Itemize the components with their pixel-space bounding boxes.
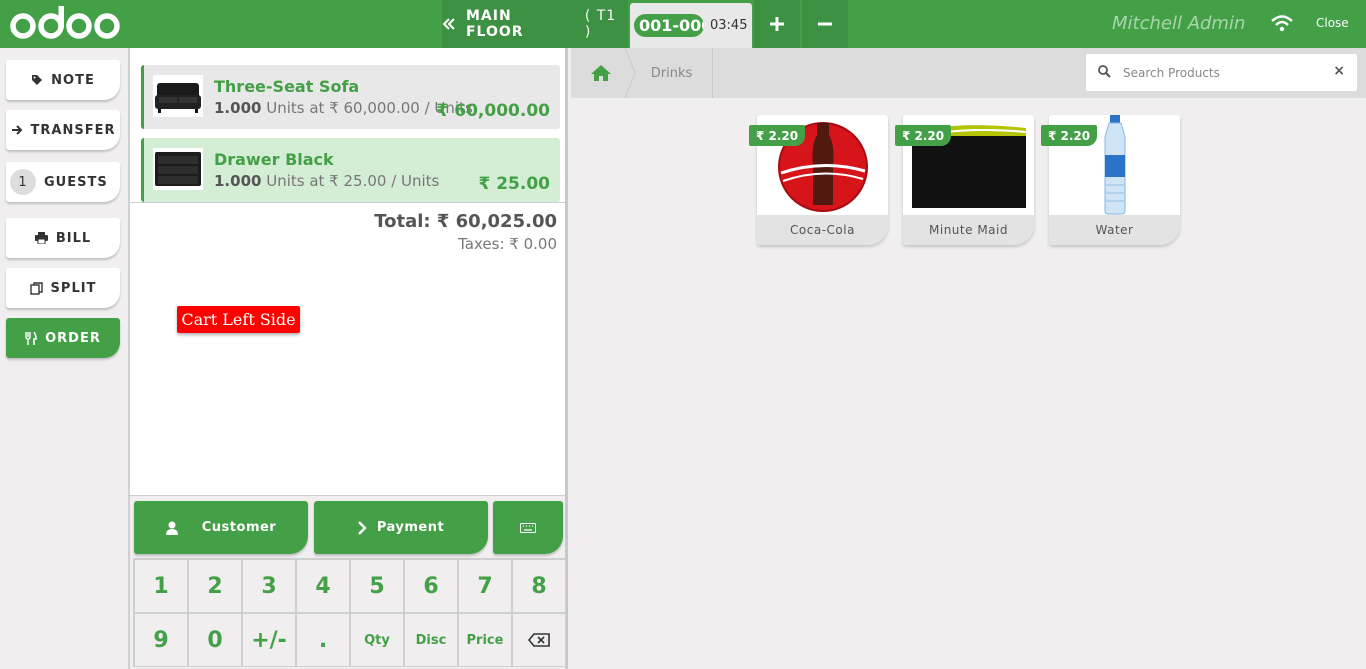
- numpad-key-1[interactable]: 1: [134, 559, 188, 613]
- product-price-tag: ₹ 2.20: [749, 125, 806, 146]
- keyboard-button[interactable]: [493, 501, 563, 554]
- transfer-label: TRANSFER: [30, 122, 116, 138]
- guest-count: 1: [10, 169, 36, 195]
- product-screen: Drinks × Coca-Cola ₹ 2.20: [571, 48, 1366, 669]
- user-name: Mitchell Admin: [1112, 13, 1246, 34]
- clear-search-button[interactable]: ×: [1333, 63, 1345, 79]
- bill-button[interactable]: BILL: [6, 218, 120, 258]
- guests-button[interactable]: 1 GUESTS: [6, 162, 120, 202]
- line-qty: 1.000: [214, 172, 262, 190]
- tag-icon: [32, 75, 43, 85]
- product-name: Coca-Cola: [757, 215, 888, 245]
- search-box: ×: [1086, 54, 1357, 91]
- line-price: ₹ 25.00: [478, 174, 550, 194]
- line-product-name: Drawer Black: [214, 150, 334, 169]
- numpad-key-3[interactable]: 3: [242, 559, 296, 613]
- order-total: Total: ₹ 60,025.00: [374, 211, 557, 232]
- sofa-thumbnail: [153, 75, 203, 117]
- split-button[interactable]: SPLIT: [6, 268, 120, 308]
- delete-order-button[interactable]: [802, 0, 848, 48]
- table-label: ( T1 ): [584, 8, 617, 40]
- order-line-selected[interactable]: Drawer Black 1.000 Units at ₹ 25.00 / Un…: [141, 138, 560, 202]
- double-chevron-left-icon: [442, 18, 455, 30]
- numpad-key-6[interactable]: 6: [404, 559, 458, 613]
- minus-icon: [818, 22, 832, 26]
- transfer-button[interactable]: TRANSFER: [6, 110, 120, 150]
- odoo-logo: [10, 6, 120, 39]
- plus-icon: [770, 17, 784, 31]
- control-pad: Customer Payment 1 2 3 4 5 6 7 8 9 0 +/-…: [128, 495, 568, 669]
- search-input[interactable]: [1123, 63, 1323, 83]
- line-qty: 1.000: [214, 99, 262, 117]
- numpad-key-decimal[interactable]: .: [296, 613, 350, 667]
- order-reference: 001-0001: [634, 14, 704, 37]
- keyboard-icon: [520, 522, 536, 533]
- chevron-right-icon: [357, 520, 367, 535]
- user-icon: [165, 521, 178, 535]
- product-price-tag: ₹ 2.20: [1041, 125, 1098, 146]
- cutlery-icon: [25, 331, 37, 345]
- line-price: ₹ 60,000.00: [436, 101, 550, 121]
- line-info: 1.000 Units at ₹ 25.00 / Units: [214, 172, 439, 190]
- product-name: Water: [1049, 215, 1180, 245]
- numpad-key-7[interactable]: 7: [458, 559, 512, 613]
- numpad-mode-disc[interactable]: Disc: [404, 613, 458, 667]
- numpad-key-9[interactable]: 9: [134, 613, 188, 667]
- payment-label: Payment: [376, 520, 445, 535]
- payment-button[interactable]: Payment: [314, 501, 488, 554]
- order-taxes: Taxes: ₹ 0.00: [458, 235, 557, 253]
- numpad-key-8[interactable]: 8: [512, 559, 566, 613]
- home-breadcrumb[interactable]: [571, 48, 631, 98]
- numpad-key-sign[interactable]: +/-: [242, 613, 296, 667]
- control-buttons: NOTE TRANSFER 1 GUESTS BILL SPLIT ORDER: [0, 48, 128, 669]
- numpad-key-4[interactable]: 4: [296, 559, 350, 613]
- numpad-mode-price[interactable]: Price: [458, 613, 512, 667]
- split-label: SPLIT: [50, 280, 97, 296]
- product-price-tag: ₹ 2.20: [895, 125, 952, 146]
- order-label: ORDER: [45, 330, 101, 346]
- customer-button[interactable]: Customer: [134, 501, 308, 554]
- note-label: NOTE: [51, 72, 95, 88]
- guests-label: GUESTS: [44, 174, 108, 190]
- order-line[interactable]: Three-Seat Sofa 1.000 Units at ₹ 60,000.…: [141, 65, 560, 129]
- order-button[interactable]: ORDER: [6, 318, 120, 358]
- numpad-key-5[interactable]: 5: [350, 559, 404, 613]
- order-tab[interactable]: 001-0001 03:45: [630, 3, 752, 48]
- numpad: 1 2 3 4 5 6 7 8 9 0 +/- . Qty Disc Price: [133, 558, 566, 667]
- new-order-button[interactable]: [754, 0, 800, 48]
- breadcrumb-category[interactable]: Drinks: [631, 48, 713, 98]
- line-info: 1.000 Units at ₹ 60,000.00 / Units: [214, 99, 473, 117]
- note-button[interactable]: NOTE: [6, 60, 120, 100]
- bill-label: BILL: [55, 230, 92, 246]
- close-button[interactable]: Close: [1316, 16, 1349, 30]
- product-name: Minute Maid: [903, 215, 1034, 245]
- arrow-right-icon: [11, 125, 22, 135]
- order-summary: Total: ₹ 60,025.00 Taxes: ₹ 0.00: [130, 202, 565, 253]
- search-icon: [1098, 65, 1111, 78]
- numpad-key-0[interactable]: 0: [188, 613, 242, 667]
- floor-back-button[interactable]: MAIN FLOOR ( T1 ): [442, 0, 628, 48]
- top-header: MAIN FLOOR ( T1 ) 001-0001 03:45 Mitchel…: [0, 0, 1366, 48]
- copy-icon: [29, 281, 43, 295]
- drawer-thumbnail: [153, 148, 203, 190]
- cart-left-side-annotation: Cart Left Side: [177, 306, 300, 333]
- line-unit-info: Units at ₹ 25.00 / Units: [261, 172, 440, 190]
- print-icon: [34, 232, 48, 244]
- wifi-icon: [1271, 15, 1293, 32]
- numpad-mode-qty[interactable]: Qty: [350, 613, 404, 667]
- order-time: 03:45: [710, 18, 748, 33]
- breadcrumb: Drinks ×: [571, 48, 1366, 98]
- floor-label: MAIN FLOOR: [465, 8, 524, 40]
- numpad-backspace[interactable]: [512, 613, 566, 667]
- numpad-key-2[interactable]: 2: [188, 559, 242, 613]
- backspace-icon: [528, 633, 550, 647]
- customer-label: Customer: [201, 520, 277, 535]
- home-icon: [591, 65, 611, 81]
- line-product-name: Three-Seat Sofa: [214, 77, 360, 96]
